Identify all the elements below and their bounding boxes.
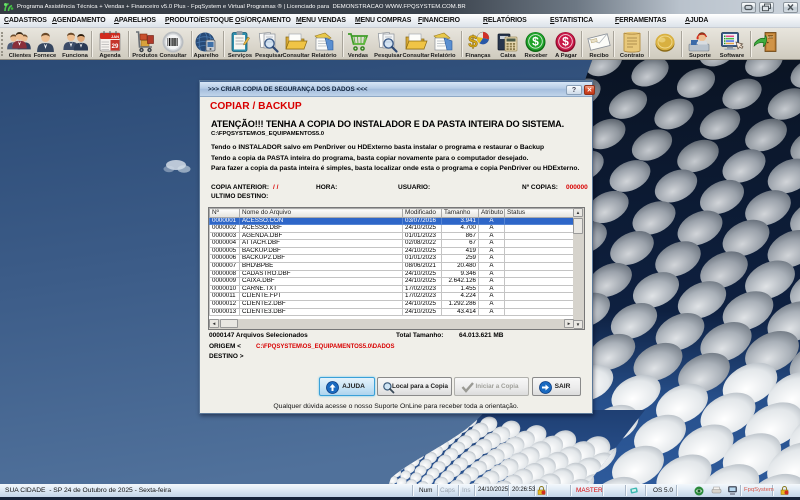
svg-text:29: 29 (112, 44, 119, 50)
svg-text:$: $ (468, 32, 478, 51)
svg-text:EXIT: EXIT (768, 35, 774, 39)
svg-text:$: $ (532, 35, 539, 49)
svg-text:$: $ (562, 35, 569, 49)
svg-text:JAN: JAN (111, 34, 119, 39)
